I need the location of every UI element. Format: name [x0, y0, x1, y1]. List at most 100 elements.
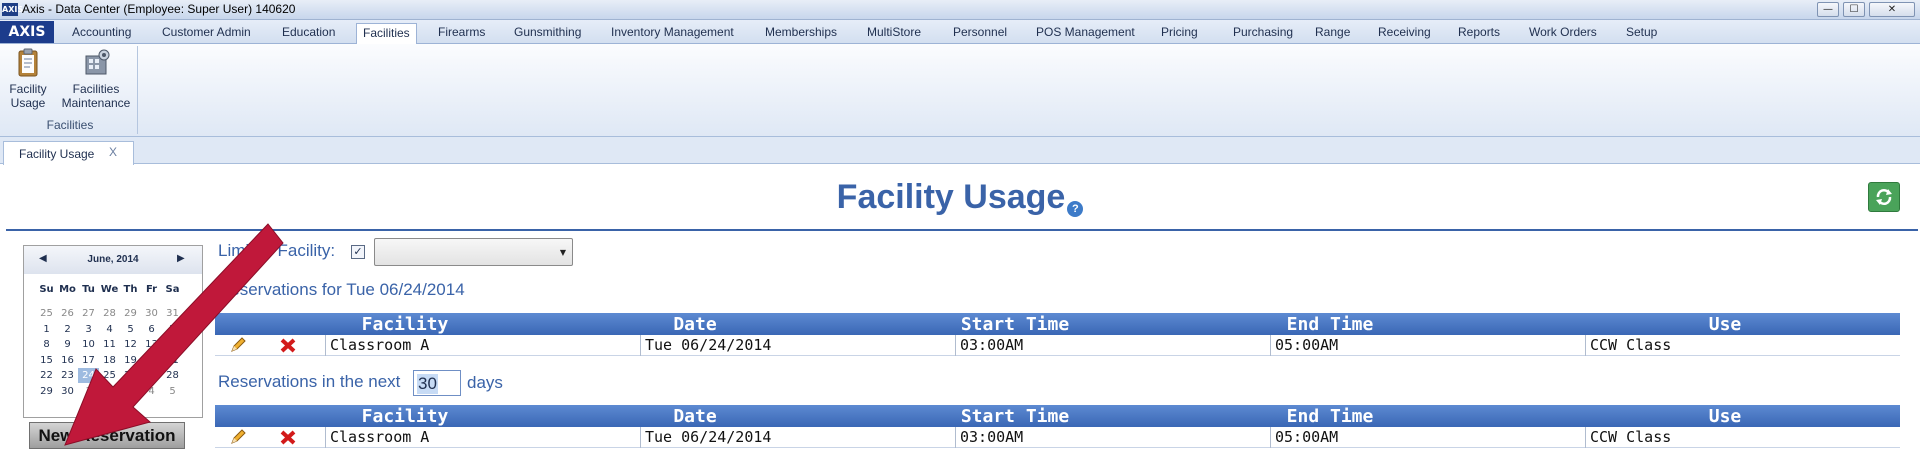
tab-personnel[interactable]: Personnel	[947, 23, 1013, 44]
cell-start-time: 03:00AM	[955, 335, 1270, 356]
calendar-weekday-label: We	[100, 284, 119, 295]
calendar-day[interactable]: 12	[120, 337, 141, 352]
pencil-icon[interactable]	[229, 429, 247, 446]
delete-icon[interactable]	[279, 429, 297, 446]
tab-firearms[interactable]: Firearms	[432, 23, 491, 44]
limit-to-facility-checkbox[interactable]: ✓	[351, 245, 365, 259]
calendar-day[interactable]: 3	[78, 322, 99, 337]
cell-end-time: 05:00AM	[1270, 335, 1585, 356]
calendar-day[interactable]: 16	[57, 353, 78, 368]
tab-education[interactable]: Education	[276, 23, 341, 44]
facility-dropdown[interactable]: ▼	[374, 238, 573, 266]
calendar-header: ◀ June, 2014 ▶	[24, 246, 202, 274]
next-month-icon[interactable]: ▶	[177, 253, 185, 264]
cell-use: CCW Class	[1585, 427, 1900, 448]
calendar-day[interactable]: 5	[120, 322, 141, 337]
calendar-weekday-label: Sa	[165, 284, 180, 295]
maximize-button[interactable]: ☐	[1843, 2, 1865, 17]
delete-icon[interactable]	[279, 337, 297, 354]
tab-pos-management[interactable]: POS Management	[1030, 23, 1141, 44]
calendar-day[interactable]: 25	[99, 368, 120, 383]
doc-tab-facility-usage[interactable]: Facility Usage X	[3, 141, 134, 165]
column-start-time: Start Time	[960, 406, 1070, 427]
refresh-button[interactable]	[1868, 182, 1900, 212]
calendar-day[interactable]: 2	[57, 322, 78, 337]
tab-multistore[interactable]: MultiStore	[861, 23, 927, 44]
table-row: Classroom A Tue 06/24/2014 03:00AM 05:00…	[215, 427, 1900, 448]
tab-purchasing[interactable]: Purchasing	[1227, 23, 1299, 44]
calendar-day[interactable]: 28	[99, 306, 120, 321]
close-icon[interactable]: X	[109, 145, 117, 159]
calendar-day[interactable]: 6	[141, 322, 162, 337]
calendar-day[interactable]: 4	[99, 322, 120, 337]
tab-receiving[interactable]: Receiving	[1372, 23, 1437, 44]
tab-reports[interactable]: Reports	[1452, 23, 1506, 44]
calendar-day[interactable]: 14	[162, 337, 183, 352]
facility-usage-label-line1: Facility	[9, 82, 47, 96]
pencil-icon[interactable]	[229, 337, 247, 354]
refresh-icon	[1876, 189, 1892, 205]
cell-facility: Classroom A	[325, 335, 640, 356]
calendar-day[interactable]: 9	[57, 337, 78, 352]
calendar-day[interactable]: 30	[57, 384, 78, 399]
close-window-button[interactable]: ✕	[1869, 2, 1915, 17]
tab-range[interactable]: Range	[1309, 23, 1356, 44]
tab-gunsmithing[interactable]: Gunsmithing	[508, 23, 587, 44]
calendar-day[interactable]: 13	[141, 337, 162, 352]
calendar-day[interactable]: 4	[141, 384, 162, 399]
calendar-day[interactable]: 20	[141, 353, 162, 368]
calendar-day[interactable]: 26	[120, 368, 141, 383]
calendar-day[interactable]: 17	[78, 353, 99, 368]
calendar-day[interactable]: 23	[57, 368, 78, 383]
calendar-day[interactable]: 5	[162, 384, 183, 399]
tab-pricing[interactable]: Pricing	[1155, 23, 1204, 44]
calendar-day[interactable]: 28	[162, 368, 183, 383]
calendar-day[interactable]: 1	[78, 384, 99, 399]
calendar-day[interactable]: 15	[36, 353, 57, 368]
facility-usage-button[interactable]: Facility Usage	[6, 48, 50, 110]
facilities-maintenance-label-line2: Maintenance	[61, 96, 131, 110]
calendar-day[interactable]: 2	[99, 384, 120, 399]
tab-inventory-management[interactable]: Inventory Management	[605, 23, 740, 44]
calendar-day[interactable]: 1	[36, 322, 57, 337]
facilities-maintenance-button[interactable]: Facilities Maintenance	[58, 48, 134, 110]
tab-setup[interactable]: Setup	[1620, 23, 1663, 44]
days-ahead-input[interactable]: 30	[413, 370, 461, 396]
tab-facilities[interactable]: Facilities	[356, 23, 417, 45]
tab-customer-admin[interactable]: Customer Admin	[156, 23, 257, 44]
tab-accounting[interactable]: Accounting	[66, 23, 137, 44]
new-reservation-button[interactable]: New Reservation	[29, 422, 185, 449]
calendar-day[interactable]: 29	[120, 306, 141, 321]
calendar-day[interactable]: 21	[162, 353, 183, 368]
calendar-day[interactable]: 25	[36, 306, 57, 321]
calendar-day[interactable]: 30	[141, 306, 162, 321]
document-tab-strip: Facility Usage X	[0, 137, 1920, 165]
calendar-day[interactable]: 7	[162, 322, 183, 337]
window-title: Axis - Data Center (Employee: Super User…	[22, 2, 296, 16]
table-header: Facility Date Start Time End Time Use	[215, 405, 1900, 427]
calendar-day[interactable]: 10	[78, 337, 99, 352]
minimize-button[interactable]: —	[1817, 2, 1839, 17]
calendar-day[interactable]: 29	[36, 384, 57, 399]
tab-work-orders[interactable]: Work Orders	[1523, 23, 1603, 44]
calendar-day[interactable]: 27	[78, 306, 99, 321]
calendar-weekday-label: Mo	[59, 284, 76, 295]
calendar-day[interactable]: 3	[120, 384, 141, 399]
calendar-day[interactable]: 19	[120, 353, 141, 368]
calendar-day[interactable]: 27	[141, 368, 162, 383]
month-calendar[interactable]: ◀ June, 2014 ▶ Su Mo Tu We Th Fr Sa 25 26 27 28 29 3…	[23, 245, 203, 418]
calendar-day[interactable]: 18	[99, 353, 120, 368]
calendar-day[interactable]: 11	[99, 337, 120, 352]
calendar-day[interactable]: 8	[36, 337, 57, 352]
ribbon-group-facilities: Facility Usage Facilities Maintenance Fa…	[2, 46, 138, 134]
calendar-day[interactable]: 26	[57, 306, 78, 321]
calendar-day[interactable]: 24	[78, 368, 99, 383]
app-icon: AXIS	[2, 3, 24, 16]
calendar-month-label[interactable]: June, 2014	[24, 254, 202, 265]
column-facility: Facility	[361, 406, 449, 427]
ribbon-panel: Facility Usage Facilities Maintenance Fa…	[0, 44, 1920, 137]
calendar-day[interactable]: 22	[36, 368, 57, 383]
tab-memberships[interactable]: Memberships	[759, 23, 843, 44]
help-icon[interactable]: ?	[1067, 201, 1084, 217]
calendar-day[interactable]: 31	[162, 306, 183, 321]
